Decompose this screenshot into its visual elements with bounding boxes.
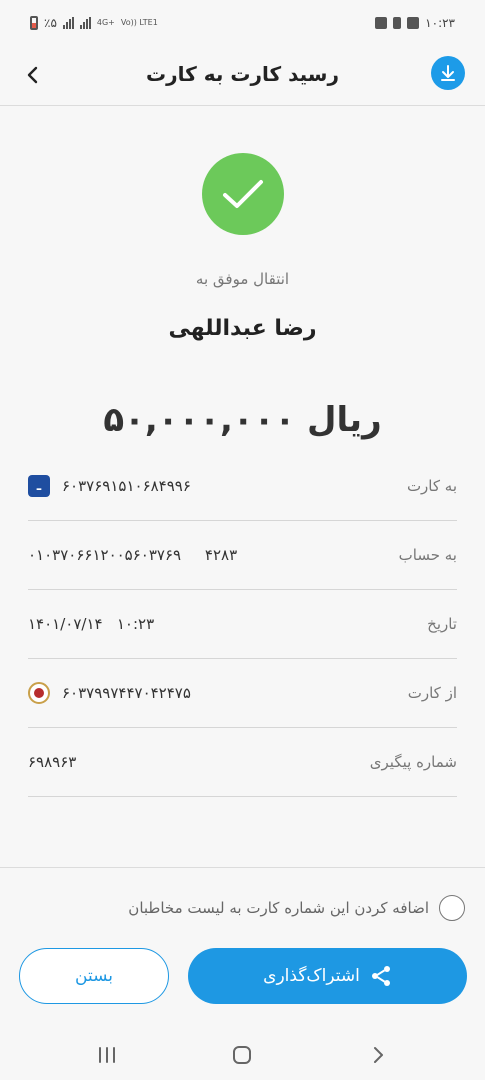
battery-level: ٪۵ [44,16,57,30]
network-type: 4G+ [96,18,115,27]
recent-apps-icon [99,1047,115,1063]
detail-row-tracking: ۶۹۸۹۶۳ شماره پیگیری [28,728,457,797]
close-label: بستن [75,966,113,986]
detail-label: به حساب [398,546,457,564]
signal-icon-2 [79,17,91,29]
recent-apps-button[interactable] [92,1040,122,1070]
gallery-icon [375,17,388,29]
detail-label: به کارت [406,477,457,495]
home-button[interactable] [227,1040,257,1070]
transfer-status-label: انتقال موفق به [195,270,290,288]
download-icon [441,65,455,81]
status-bar: ٪۵ 4G+ Vo)) LTE1 ۱۰:۲۳ [0,0,485,50]
page-title: رسید کارت به کارت [146,62,339,86]
signal-icon [62,17,74,29]
detail-label: تاریخ [427,615,457,633]
detail-value-wrap: ۴۲۸۳ ۰۱۰۳۷۰۶۶۱۲۰۰۵۶۰۳۷۶۹ [28,546,237,564]
status-time: ۱۰:۲۳ [425,16,455,30]
status-left: ٪۵ 4G+ Vo)) LTE1 [30,16,158,30]
detail-value-wrap: ۶۰۳۷۹۹۷۴۴۷۰۴۲۴۷۵ [28,682,191,704]
account-number: ۴۲۸۳ ۰۱۰۳۷۰۶۶۱۲۰۰۵۶۰۳۷۶۹ [28,546,238,564]
checkmark-icon [223,180,263,208]
add-contact-label: اضافه کردن این شماره کارت به لیست مخاطبا… [128,899,429,917]
battery-icon [30,16,38,30]
news-icon [407,17,420,29]
detail-row-dest-card: ـ ۶۰۳۷۶۹۱۵۱۰۶۸۴۹۹۶ به کارت [28,452,457,521]
share-button[interactable]: اشتراک‌گذاری [188,948,467,1004]
app-header: رسید کارت به کارت [0,44,485,106]
bank-melli-icon [28,682,50,704]
detail-value-wrap: ۱۰:۲۳ ۱۴۰۱/۰۷/۱۴ [28,615,154,633]
share-icon [371,966,390,986]
chevron-right-icon [374,1047,383,1063]
system-nav-bar [0,1030,485,1080]
transfer-datetime: ۱۰:۲۳ ۱۴۰۱/۰۷/۱۴ [28,615,155,633]
success-badge [202,153,284,235]
alert-icon [393,17,402,29]
share-label: اشتراک‌گذاری [263,966,360,986]
detail-row-source-card: ۶۰۳۷۹۹۷۴۴۷۰۴۲۴۷۵ از کارت [28,659,457,728]
bank-saderat-icon: ـ [28,475,50,497]
detail-label: از کارت [407,684,457,702]
close-button[interactable]: بستن [19,948,169,1004]
detail-label: شماره پیگیری [369,753,457,771]
receipt-details: ـ ۶۰۳۷۶۹۱۵۱۰۶۸۴۹۹۶ به کارت ۴۲۸۳ ۰۱۰۳۷۰۶۶… [28,452,457,797]
volte-indicator: Vo)) LTE1 [120,18,158,27]
detail-row-account: ۴۲۸۳ ۰۱۰۳۷۰۶۶۱۲۰۰۵۶۰۳۷۶۹ به حساب [28,521,457,590]
detail-row-date: ۱۰:۲۳ ۱۴۰۱/۰۷/۱۴ تاریخ [28,590,457,659]
footer-divider [0,867,485,868]
add-contact-option[interactable]: اضافه کردن این شماره کارت به لیست مخاطبا… [30,892,465,924]
dest-card-number: ۶۰۳۷۶۹۱۵۱۰۶۸۴۹۹۶ [62,477,191,495]
status-right: ۱۰:۲۳ [375,16,455,30]
add-contact-checkbox[interactable] [439,895,465,921]
nav-back-button[interactable] [363,1040,393,1070]
tracking-number: ۶۹۸۹۶۳ [28,753,77,771]
detail-value-wrap: ـ ۶۰۳۷۶۹۱۵۱۰۶۸۴۹۹۶ [28,475,191,497]
transfer-amount: ۵۰,۰۰۰,۰۰۰ ریال [103,400,382,440]
source-card-number: ۶۰۳۷۹۹۷۴۴۷۰۴۲۴۷۵ [62,684,191,702]
download-button[interactable] [431,56,465,90]
home-icon [233,1046,251,1064]
detail-value-wrap: ۶۹۸۹۶۳ [28,753,76,771]
recipient-name: رضا عبداللهی [168,316,317,341]
